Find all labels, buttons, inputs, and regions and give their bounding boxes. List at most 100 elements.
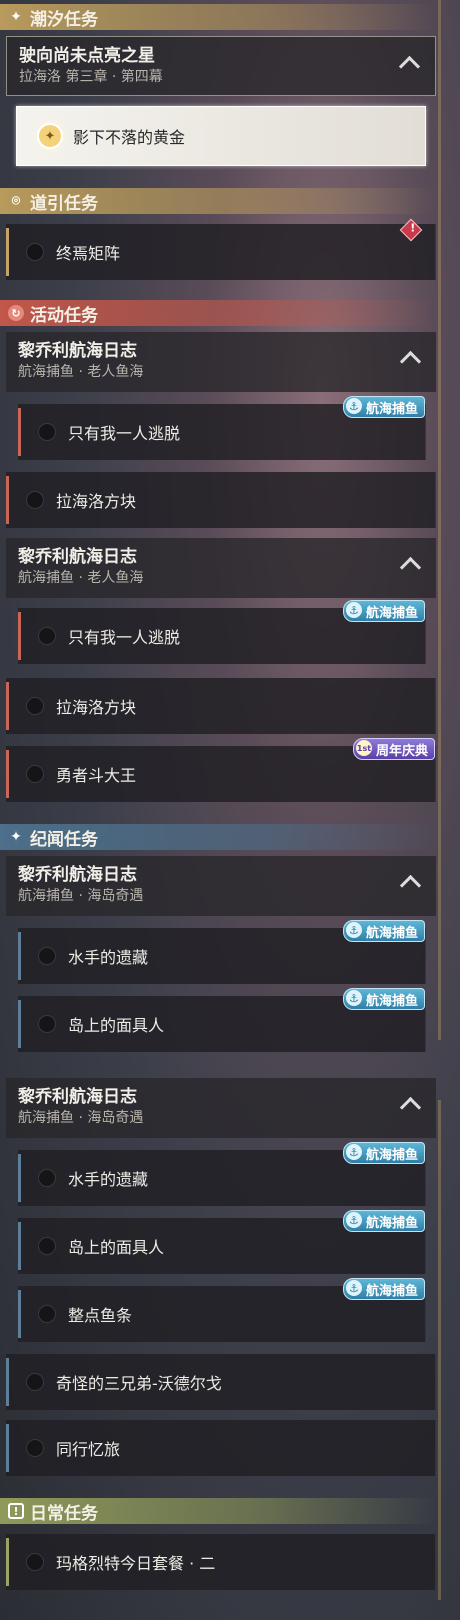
fishing-tag: ⚓ 航海捕鱼 [342,988,425,1010]
exclamation-icon: ! [8,1503,24,1519]
quest-group-tide[interactable]: 驶向尚未点亮之星 拉海洛 第三章 · 第四幕 [6,36,436,96]
task-label: 玛格烈特今日套餐 · 二 [56,1554,216,1573]
status-circle-icon [38,947,56,965]
task-accent-bar [6,682,9,730]
sparkle-icon: ✦ [10,9,22,25]
task-accent-bar [18,408,21,456]
section-header-event: ↻ 活动任务 [0,300,436,326]
task-accent-bar [6,1538,9,1586]
task-label: 影下不落的黄金 [73,128,186,147]
task-accent-bar [18,1154,21,1202]
group-subtitle: 航海捕鱼 · 老人鱼海 [18,364,144,380]
section-title: 活动任务 [30,305,98,326]
task-record-1[interactable]: 同行忆旅 [6,1420,436,1476]
status-circle-icon [26,765,44,783]
task-record-1-1[interactable]: 岛上的面具人 ⚓ 航海捕鱼 [18,988,426,1052]
task-label: 只有我一人逃脱 [68,628,181,647]
fishing-tag-icon: ⚓ [345,398,362,414]
fishing-tag: ⚓ 航海捕鱼 [342,1142,425,1164]
group-title: 黎乔利航海日志 [18,341,137,361]
task-label: 岛上的面具人 [68,1238,165,1257]
task-accent-bar [18,932,21,980]
task-label: 整点鱼条 [68,1306,133,1325]
fishing-tag-icon: ⚓ [345,602,362,618]
task-accent-bar [6,228,9,276]
task-label: 拉海洛方块 [56,698,137,717]
fishing-tag-icon: ⚓ [345,990,362,1006]
section-title: 道引任务 [30,193,98,214]
task-daily-0[interactable]: 玛格烈特今日套餐 · 二 [6,1534,436,1590]
alert-badge-icon: ! [399,218,423,242]
section-header-record: ✦ 纪闻任务 [0,824,436,850]
fishing-tag: ⚓ 航海捕鱼 [342,920,425,942]
scroll-track-top[interactable] [438,0,441,1040]
task-record-2-1[interactable]: 岛上的面具人 ⚓ 航海捕鱼 [18,1210,426,1274]
target-icon: ✦ [37,123,63,149]
fishing-tag-icon: ⚓ [345,922,362,938]
section-header-daily: ! 日常任务 [0,1498,436,1524]
section-title: 纪闻任务 [30,829,98,850]
task-accent-bar [6,750,9,798]
fishing-tag: ⚓ 航海捕鱼 [342,1278,425,1300]
location-pin-icon: ⌾ [11,193,21,209]
task-event-a-0[interactable]: 拉海洛方块 [6,472,436,528]
task-label: 奇怪的三兄弟-沃德尔戈 [56,1374,222,1393]
task-record-2-0[interactable]: 水手的遗藏 ⚓ 航海捕鱼 [18,1142,426,1206]
section-title: 日常任务 [30,1503,98,1524]
task-label: 终焉矩阵 [56,244,121,263]
task-guide-0[interactable]: 终焉矩阵 ! [6,218,436,280]
quest-group-record-2[interactable]: 黎乔利航海日志 航海捕鱼 · 海岛奇遇 [6,1078,436,1138]
task-label: 水手的遗藏 [68,1170,149,1189]
fishing-tag-icon: ⚓ [345,1280,362,1296]
scroll-track-bottom[interactable] [438,1100,441,1600]
status-circle-icon [26,243,44,261]
status-circle-icon [26,1373,44,1391]
task-record-0[interactable]: 奇怪的三兄弟-沃德尔戈 [6,1354,436,1410]
task-record-2-2[interactable]: 整点鱼条 ⚓ 航海捕鱼 [18,1278,426,1342]
task-event-b-0[interactable]: 拉海洛方块 [6,678,436,734]
task-accent-bar [18,1000,21,1048]
status-circle-icon [26,697,44,715]
task-event-2-0[interactable]: 只有我一人逃脱 ⚓ 航海捕鱼 [18,600,426,664]
anniversary-tag: 1st 周年庆典 [352,738,435,760]
quest-group-event-1[interactable]: 黎乔利航海日志 航海捕鱼 · 老人鱼海 [6,332,436,392]
quest-group-event-2[interactable]: 黎乔利航海日志 航海捕鱼 · 老人鱼海 [6,538,436,598]
status-circle-icon [38,1305,56,1323]
status-circle-icon [38,1237,56,1255]
task-accent-bar [18,1222,21,1270]
group-subtitle: 航海捕鱼 · 老人鱼海 [18,570,144,586]
task-label: 岛上的面具人 [68,1016,165,1035]
group-title: 驶向尚未点亮之星 [19,46,155,66]
section-header-tide: ✦ 潮汐任务 [0,4,436,30]
group-title: 黎乔利航海日志 [18,547,137,567]
task-accent-bar [18,1290,21,1338]
group-subtitle: 航海捕鱼 · 海岛奇遇 [18,1110,144,1126]
fishing-tag: ⚓ 航海捕鱼 [342,600,425,622]
task-label: 勇者斗大王 [56,766,137,785]
group-title: 黎乔利航海日志 [18,865,137,885]
task-record-1-0[interactable]: 水手的遗藏 ⚓ 航海捕鱼 [18,920,426,984]
group-title: 黎乔利航海日志 [18,1087,137,1107]
section-header-guide: ⌾ 道引任务 [0,188,436,214]
task-accent-bar [6,1358,9,1406]
task-event-b-1[interactable]: 勇者斗大王 1st 周年庆典 [6,738,436,802]
group-subtitle: 航海捕鱼 · 海岛奇遇 [18,888,144,904]
task-accent-bar [18,612,21,660]
status-circle-icon [26,491,44,509]
fishing-tag: ⚓ 航海捕鱼 [342,396,425,418]
task-event-1-0[interactable]: 只有我一人逃脱 ⚓ 航海捕鱼 [18,396,426,460]
anniversary-tag-icon: 1st [355,740,372,756]
task-label: 只有我一人逃脱 [68,424,181,443]
status-circle-icon [38,1015,56,1033]
fishing-tag-icon: ⚓ [345,1212,362,1228]
quest-group-record-1[interactable]: 黎乔利航海日志 航海捕鱼 · 海岛奇遇 [6,856,436,916]
task-label: 拉海洛方块 [56,492,137,511]
group-subtitle: 拉海洛 第三章 · 第四幕 [19,69,163,85]
task-selected[interactable]: ✦ 影下不落的黄金 [16,106,426,166]
section-title: 潮汐任务 [30,9,98,30]
fishing-tag-icon: ⚓ [345,1144,362,1160]
event-refresh-icon: ↻ [8,305,24,321]
status-circle-icon [38,627,56,645]
fishing-tag: ⚓ 航海捕鱼 [342,1210,425,1232]
task-label: 水手的遗藏 [68,948,149,967]
